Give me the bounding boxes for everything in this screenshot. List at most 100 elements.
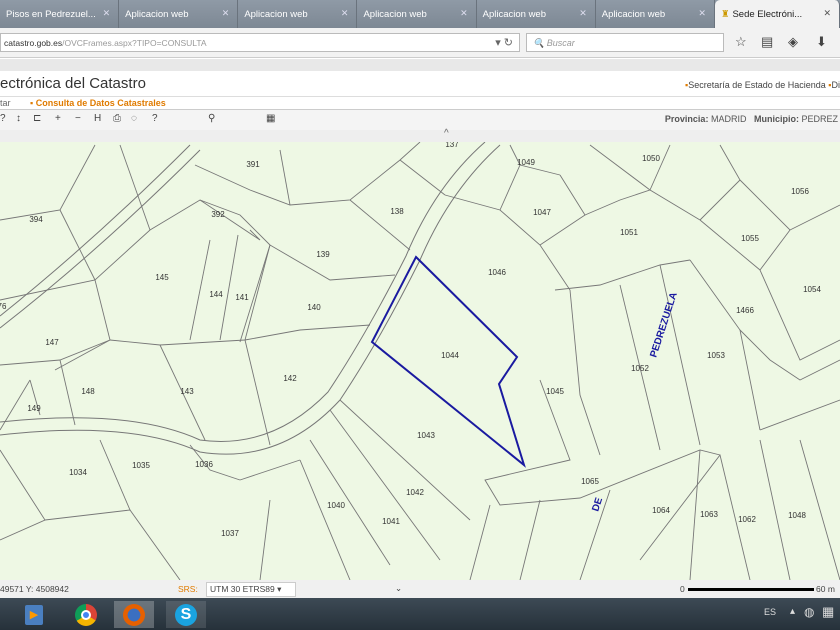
- parcel-boundary: [699, 144, 741, 221]
- clipboard-icon[interactable]: ▤: [761, 34, 773, 50]
- download-icon[interactable]: ⬇: [816, 34, 827, 50]
- parcel-label: 1047: [533, 208, 551, 217]
- parcel-label: 137: [445, 142, 459, 149]
- help-icon[interactable]: ?: [152, 113, 158, 124]
- parcel-boundary: [484, 379, 721, 561]
- parcel-boundary: [299, 459, 351, 580]
- pocket-icon[interactable]: ◈: [788, 34, 798, 50]
- bookmark-star-icon[interactable]: ☆: [735, 34, 747, 50]
- pan-icon[interactable]: ?: [0, 113, 6, 124]
- browser-tab[interactable]: Aplicacion web ✕: [238, 0, 358, 28]
- parcel-boundary: [444, 194, 571, 291]
- parcel-boundary: [689, 259, 761, 431]
- close-tab-icon[interactable]: ✕: [824, 8, 832, 19]
- comment-icon[interactable]: ◌: [131, 113, 137, 124]
- map-canvas[interactable]: 391 394 392 138 139 145 144 141 140 147 143 142 148 1…: [0, 142, 840, 580]
- parcel-label: 1062: [738, 515, 756, 524]
- full-extent-icon[interactable]: H: [94, 113, 101, 124]
- browser-tab[interactable]: ♜ Sede Electróni... ✕: [714, 0, 840, 28]
- flag-icon[interactable]: ▦: [822, 604, 834, 620]
- street-label: PEDREZUELA: [648, 291, 679, 359]
- parcel-label: 1043: [417, 431, 435, 440]
- parcel-boundary: [649, 144, 671, 191]
- chrome-icon[interactable]: [66, 601, 106, 628]
- parcel-label: 141: [235, 293, 249, 302]
- browser-tab[interactable]: Pisos en Pedrezuel... ✕: [0, 0, 120, 28]
- firefox-icon[interactable]: [114, 601, 154, 628]
- parcel-boundary: [244, 339, 271, 446]
- parcel-boundary: [279, 149, 291, 206]
- parcel-label: 1034: [69, 468, 87, 477]
- municipio-value: PEDREZ: [801, 114, 838, 124]
- road-edge: [0, 144, 501, 455]
- zoom-in-icon[interactable]: +: [55, 113, 61, 124]
- link-secretaria[interactable]: Secretaría de Estado de Hacienda: [688, 80, 826, 90]
- parcel-boundary: [239, 459, 301, 481]
- parcel-boundary: [569, 289, 601, 456]
- chevron-up-icon[interactable]: ^: [444, 128, 449, 139]
- reload-icon[interactable]: ▾ ↻: [495, 36, 513, 49]
- close-tab-icon[interactable]: ✕: [222, 8, 230, 19]
- map-pan-south[interactable]: ⌄: [395, 583, 402, 594]
- locate-icon[interactable]: ⚲: [208, 113, 215, 124]
- parcel-label: 391: [246, 160, 260, 169]
- provincia-value: MADRID: [710, 114, 747, 124]
- language-indicator[interactable]: ES: [764, 607, 776, 617]
- parcel-label: 1048: [788, 511, 806, 520]
- menu-item-prev[interactable]: tar: [0, 98, 11, 108]
- menu-item-consulta[interactable]: Consulta de Datos Catastrales: [36, 98, 166, 108]
- parcel-boundary: [659, 264, 701, 446]
- close-tab-icon[interactable]: ✕: [103, 8, 111, 19]
- tab-bar: Pisos en Pedrezuel... ✕ Aplicacion web ✕ Apl…: [0, 0, 840, 28]
- search-input[interactable]: 🔍 Buscar: [526, 33, 724, 52]
- parcel-boundary: [399, 159, 446, 196]
- parcel-label: 148: [81, 387, 95, 396]
- parcel-boundary: [119, 144, 151, 231]
- zoom-out-icon[interactable]: −: [75, 113, 81, 124]
- site-menu: tar ▪ Consulta de Datos Catastrales: [0, 97, 840, 110]
- browser-tab[interactable]: Aplicacion web ✕: [596, 0, 715, 28]
- info-icon[interactable]: ↕: [16, 113, 21, 124]
- parcel-label: 1036: [195, 460, 213, 469]
- parcel-label: 149: [27, 404, 41, 413]
- scale-bar: [688, 588, 814, 591]
- parcel-boundary: [759, 229, 840, 361]
- parcel-label: 138: [390, 207, 404, 216]
- browser-tab[interactable]: Aplicacion web ✕: [477, 0, 596, 28]
- spacer: [0, 59, 840, 71]
- link-di[interactable]: Di: [832, 80, 840, 90]
- srs-select[interactable]: UTM 30 ETRS89 ▾: [206, 582, 296, 597]
- parcel-label: 142: [283, 374, 297, 383]
- select-icon[interactable]: ⊏: [33, 113, 41, 124]
- media-player-icon[interactable]: ▶: [14, 601, 54, 628]
- parcel-boundary: [759, 439, 791, 580]
- parcel-boundary: [59, 359, 76, 426]
- parcel-boundary: [239, 244, 396, 343]
- chevron-down-icon: ▾: [277, 584, 282, 594]
- map-pan-north[interactable]: ^: [0, 128, 840, 142]
- cadastral-map[interactable]: 391 394 392 138 139 145 144 141 140 147 143 142 148 1…: [0, 142, 840, 580]
- tab-label: Aplicacion web: [363, 8, 427, 20]
- close-tab-icon[interactable]: ✕: [341, 8, 349, 19]
- network-icon[interactable]: ◍: [804, 605, 814, 619]
- close-tab-icon[interactable]: ✕: [698, 8, 706, 19]
- skype-icon[interactable]: S: [166, 601, 206, 628]
- layers-icon[interactable]: ▦: [266, 113, 275, 124]
- close-tab-icon[interactable]: ✕: [460, 8, 468, 19]
- tab-label: Sede Electróni...: [732, 8, 803, 20]
- parcel-label: 140: [307, 303, 321, 312]
- browser-tab[interactable]: Aplicacion web ✕: [119, 0, 239, 28]
- close-tab-icon[interactable]: ✕: [579, 8, 587, 19]
- print-icon[interactable]: ⎙: [113, 113, 121, 124]
- parcel-label: 1054: [803, 285, 821, 294]
- browser-tab[interactable]: Aplicacion web ✕: [357, 0, 477, 28]
- parcel-boundary: [339, 399, 471, 521]
- parcel-boundary: [519, 499, 541, 580]
- parcel-label: 1046: [488, 268, 506, 277]
- tray-icon[interactable]: ▴: [790, 606, 795, 617]
- selected-parcel-outline: [370, 255, 526, 468]
- url-bar[interactable]: catastro.gob.es/OVCFrames.aspx?TIPO=CONS…: [0, 33, 520, 52]
- parcel-boundary: [244, 244, 271, 341]
- map-toolbar: ? ↕ ⊏ + − H ⎙ ◌ ? ⚲ ▦ Provincia: MADRID …: [0, 110, 840, 130]
- parcel-boundary: [44, 509, 181, 580]
